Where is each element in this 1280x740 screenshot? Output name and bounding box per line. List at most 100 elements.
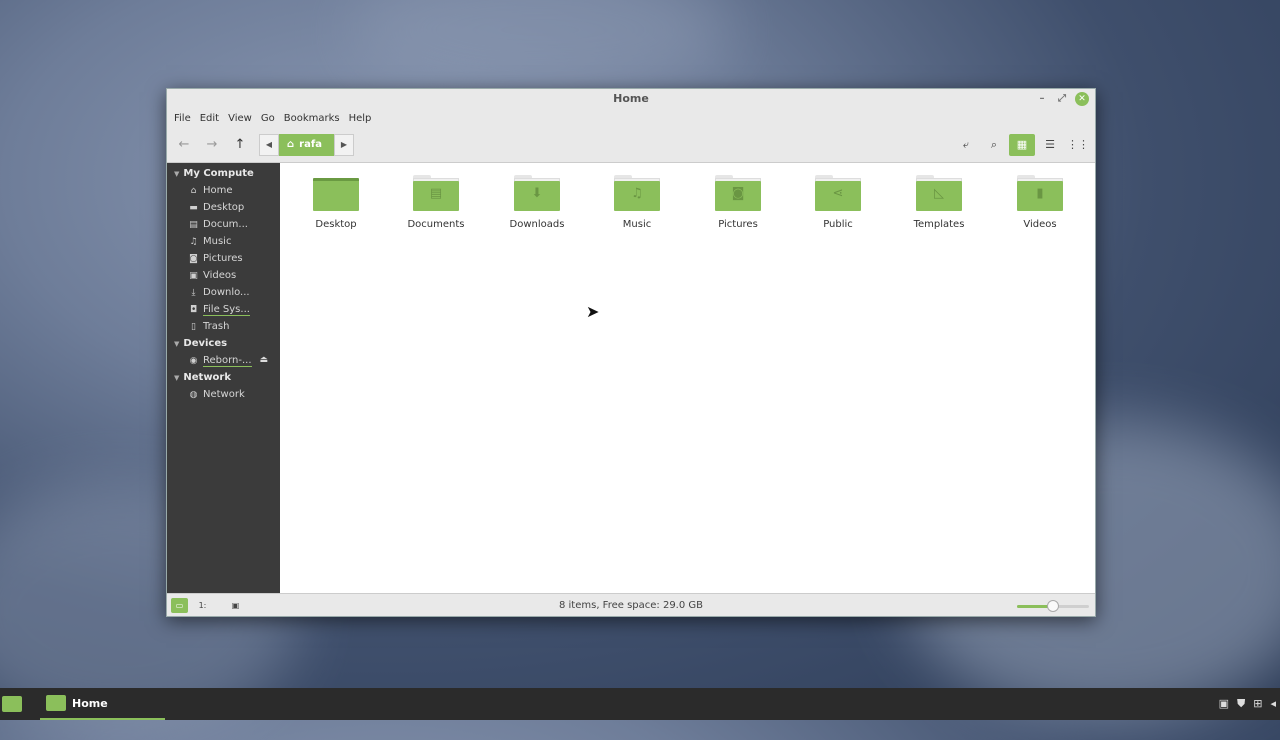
sidebar-item-label: Desktop [203, 202, 245, 213]
search-button[interactable]: ⌕ [981, 134, 1007, 156]
sidebar-section-network[interactable]: ▼ Network [167, 369, 280, 386]
taskbar-item-home[interactable]: Home [40, 688, 165, 720]
network-icon[interactable]: ⊞ [1253, 697, 1262, 711]
folder-public[interactable]: ⋖ Public [788, 175, 888, 230]
eject-icon[interactable]: ⏏ [259, 352, 268, 369]
file-label: Public [823, 219, 853, 230]
breadcrumb-home-button[interactable]: ⌂ rafa [279, 134, 334, 156]
expand-triangle-icon: ▼ [174, 340, 180, 348]
download-icon: ⤓ [191, 288, 196, 298]
menubar: File Edit View Go Bookmarks Help [167, 109, 1095, 128]
file-label: Music [622, 219, 652, 230]
toolbar: ← → ↑ ◀ ⌂ rafa ▶ ⤶ ⌕ ▦ ☰ ⋮⋮ [167, 128, 1095, 163]
menu-go[interactable]: Go [261, 109, 282, 128]
sidebar-item-downloads[interactable]: ⤓ Downlo... [167, 284, 280, 301]
file-label: Templates [913, 219, 965, 230]
film-icon: ▮ [1036, 186, 1044, 201]
toggle-location-button[interactable]: ⤶ [953, 134, 979, 156]
mouse-cursor-icon: ➤ [586, 302, 600, 321]
breadcrumb-next-button[interactable]: ▶ [333, 134, 354, 156]
sidebar-item-label: Home [203, 185, 233, 196]
list-view-button[interactable]: ☰ [1037, 134, 1063, 156]
file-label: Downloads [509, 219, 565, 230]
sidebar-item-desktop[interactable]: ▬ Desktop [167, 199, 280, 216]
folder-downloads[interactable]: ⬇ Downloads [487, 175, 587, 230]
folder-music[interactable]: ♫ Music [587, 175, 687, 230]
maximize-button[interactable]: ⤢ [1055, 92, 1069, 106]
sidebar-item-file-system[interactable]: ◘ File Sys... [167, 301, 280, 318]
menu-view[interactable]: View [228, 109, 259, 128]
folder-icon: ♫ [614, 175, 660, 211]
minimize-button[interactable]: – [1035, 92, 1049, 106]
sidebar-item-music[interactable]: ♫ Music [167, 233, 280, 250]
sidebar-item-device[interactable]: ◉ Reborn-... ⏏ [167, 352, 280, 369]
globe-icon: ◍ [189, 390, 198, 400]
sidebar-item-label: File Sys... [203, 304, 250, 316]
camera-icon: ◙ [731, 186, 745, 201]
menu-file[interactable]: File [174, 109, 198, 128]
sidebar-item-documents[interactable]: ▤ Docum... [167, 216, 280, 233]
camera-icon: ◙ [189, 254, 198, 264]
wallpaper-texture [350, 0, 730, 100]
up-button[interactable]: ↑ [229, 135, 251, 155]
file-view[interactable]: Desktop ▤ Documents ⬇ Downloads ♫ Music … [280, 163, 1095, 595]
folder-desktop[interactable]: Desktop [286, 175, 386, 230]
folder-templates[interactable]: ◺ Templates [889, 175, 989, 230]
folder-icon: ⋖ [815, 175, 861, 211]
close-button[interactable]: ✕ [1075, 92, 1089, 106]
set-square-icon: ◺ [934, 186, 944, 201]
share-icon: ⋖ [832, 186, 844, 201]
volume-icon[interactable]: ◂ [1270, 697, 1276, 711]
zoom-slider[interactable] [1017, 600, 1089, 612]
sidebar-section-my-computer[interactable]: ▼ My Compute [167, 165, 280, 182]
breadcrumb-prev-button[interactable]: ◀ [259, 134, 279, 156]
sidebar-item-network[interactable]: ◍ Network [167, 386, 280, 403]
sidebar-item-videos[interactable]: ▣ Videos [167, 267, 280, 284]
icon-view-button[interactable]: ▦ [1009, 134, 1035, 156]
taskbar: Home ▣ ⛊ ⊞ ◂ [0, 688, 1280, 720]
titlebar[interactable]: Home – ⤢ ✕ [167, 89, 1095, 109]
zoom-handle[interactable] [1047, 600, 1059, 612]
file-manager-window: Home – ⤢ ✕ File Edit View Go Bookmarks H… [166, 88, 1096, 617]
document-icon: ▤ [429, 186, 443, 201]
shield-icon[interactable]: ⛊ [1237, 697, 1245, 711]
folder-icon: ▮ [1017, 175, 1063, 211]
disc-icon: ◉ [189, 356, 198, 366]
home-icon: ⌂ [287, 139, 295, 150]
sidebar-item-pictures[interactable]: ◙ Pictures [167, 250, 280, 267]
file-label: Desktop [315, 219, 357, 230]
drive-icon: ◘ [189, 305, 198, 315]
menu-edit[interactable]: Edit [200, 109, 226, 128]
sidebar: ▼ My Compute ⌂ Home ▬ Desktop ▤ Docum... ♫ Mu… [167, 163, 280, 595]
back-button[interactable]: ← [173, 135, 195, 155]
folder-documents[interactable]: ▤ Documents [386, 175, 486, 230]
expand-triangle-icon: ▼ [174, 374, 180, 382]
sidebar-item-home[interactable]: ⌂ Home [167, 182, 280, 199]
sidebar-item-trash[interactable]: ▯ Trash [167, 318, 280, 335]
file-label: Videos [1023, 219, 1057, 230]
document-icon: ▤ [189, 220, 198, 230]
sidebar-item-label: Network [203, 389, 245, 400]
folder-videos[interactable]: ▮ Videos [990, 175, 1090, 230]
download-icon: ⬇ [531, 186, 543, 201]
sidebar-item-label: Docum... [203, 219, 248, 230]
section-title: Network [183, 372, 232, 383]
screenshot-icon[interactable]: ▣ [1219, 697, 1229, 711]
menu-help[interactable]: Help [349, 109, 379, 128]
music-icon: ♫ [189, 237, 198, 247]
folder-pictures[interactable]: ◙ Pictures [688, 175, 788, 230]
music-icon: ♫ [631, 186, 643, 201]
expand-triangle-icon: ▼ [174, 170, 180, 178]
taskbar-item-label: Home [72, 696, 108, 710]
sidebar-item-label: Trash [203, 321, 230, 332]
menu-bookmarks[interactable]: Bookmarks [284, 109, 347, 128]
folder-icon [46, 695, 66, 711]
menu-button-icon[interactable] [2, 696, 22, 712]
forward-button[interactable]: → [201, 135, 223, 155]
file-label: Pictures [718, 219, 758, 230]
view-buttons: ⤶ ⌕ ▦ ☰ ⋮⋮ [951, 134, 1091, 156]
sidebar-section-devices[interactable]: ▼ Devices [167, 335, 280, 352]
compact-view-button[interactable]: ⋮⋮ [1065, 134, 1091, 156]
folder-icon: ◺ [916, 175, 962, 211]
trash-icon: ▯ [191, 322, 196, 332]
